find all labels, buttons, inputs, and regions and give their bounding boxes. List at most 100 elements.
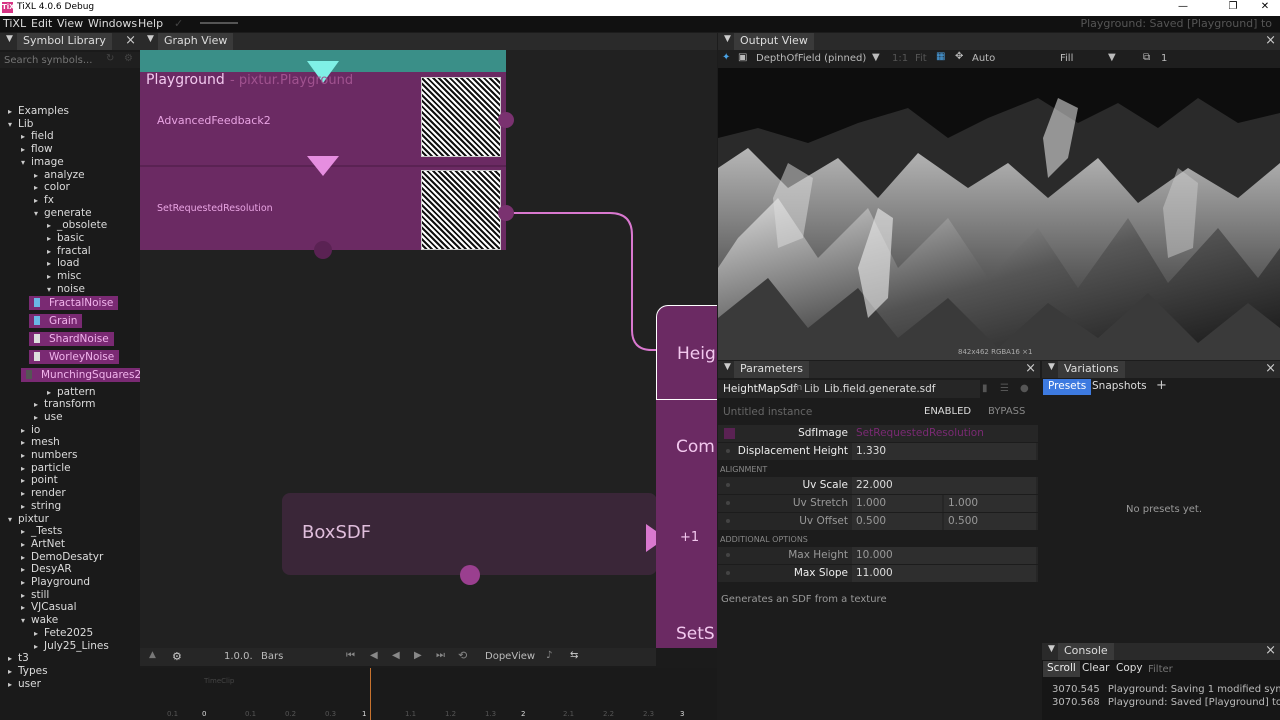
instance-name[interactable]: Untitled instance — [723, 406, 812, 418]
menu-view[interactable]: View — [57, 17, 83, 30]
param-uv-scale[interactable]: Uv Scale 22.000 — [718, 477, 1038, 494]
playground-node[interactable]: Playground - pixtur.Playground AdvancedF… — [140, 50, 514, 259]
chevron-right-icon[interactable]: ▸ — [21, 464, 31, 473]
collapse-icon[interactable]: ▼ — [1048, 644, 1055, 654]
param-value[interactable]: 10.000 — [856, 549, 893, 561]
graph-canvas[interactable]: ⚙ Playground - pixtur.Playground Advance… — [140, 50, 717, 667]
bookmark-icon[interactable]: ▮ — [982, 383, 988, 394]
tree-item-lib[interactable]: ▾ Lib — [8, 118, 33, 130]
tree-item--tests[interactable]: ▸ _Tests — [21, 525, 62, 537]
chevron-right-icon[interactable]: ▸ — [8, 667, 18, 676]
chevron-right-icon[interactable]: ▸ — [34, 171, 44, 180]
tree-item-basic[interactable]: ▸ basic — [47, 232, 84, 244]
animate-icon[interactable] — [726, 483, 730, 487]
output-socket[interactable] — [498, 112, 514, 128]
ratio-button[interactable]: 1:1 — [892, 53, 908, 64]
playhead[interactable] — [370, 668, 371, 720]
refresh-icon[interactable]: ↻ — [106, 53, 114, 64]
frame-icon[interactable]: ⧉ — [1143, 52, 1150, 63]
tab-presets[interactable]: Presets — [1043, 379, 1092, 395]
boxsdf-node[interactable]: BoxSDF — [282, 493, 666, 585]
chevron-right-icon[interactable]: ▸ — [21, 489, 31, 498]
param-max-height[interactable]: Max Height 10.000 — [718, 547, 1038, 564]
collapse-icon[interactable]: ▼ — [724, 34, 731, 44]
chevron-right-icon[interactable]: ▸ — [8, 680, 18, 689]
animate-icon[interactable] — [726, 571, 730, 575]
chevron-right-icon[interactable]: ▸ — [47, 221, 57, 230]
tree-item-fractal[interactable]: ▸ fractal — [47, 245, 91, 257]
enabled-toggle[interactable]: ENABLED — [924, 406, 971, 417]
combine-node[interactable]: Com +1 SetS — [656, 400, 717, 667]
close-icon[interactable]: × — [1265, 643, 1276, 658]
symbol-shardnoise[interactable]: ShardNoise — [29, 331, 114, 346]
param-uv-stretch[interactable]: Uv Stretch 1.000 1.000 — [718, 495, 1038, 512]
dropdown-icon[interactable]: ▼ — [872, 52, 880, 63]
tab-variations[interactable]: Variations — [1058, 361, 1125, 378]
param-value-x[interactable]: 1.000 — [856, 497, 886, 509]
param-uv-offset[interactable]: Uv Offset 0.500 0.500 — [718, 513, 1038, 530]
tree-item-use[interactable]: ▸ use — [34, 411, 63, 423]
input-socket[interactable] — [460, 565, 480, 585]
grid-icon[interactable]: ▦ — [936, 51, 945, 62]
prev-key-icon[interactable]: ◀ — [370, 650, 378, 661]
add-preset-button[interactable]: + — [1156, 378, 1167, 393]
chevron-right-icon[interactable]: ▸ — [21, 438, 31, 447]
chevron-down-icon[interactable]: ▾ — [34, 209, 44, 218]
tree-item-pattern[interactable]: ▸ pattern — [47, 386, 96, 398]
chevron-right-icon[interactable]: ▸ — [34, 183, 44, 192]
chevron-down-icon[interactable]: ▾ — [8, 120, 18, 129]
tree-item-types[interactable]: ▸ Types — [8, 665, 48, 677]
tree-item-examples[interactable]: ▸ Examples — [8, 105, 69, 117]
play-icon[interactable]: ▶ — [414, 650, 422, 661]
tree-item-fx[interactable]: ▸ fx — [34, 194, 54, 206]
search-input[interactable] — [4, 53, 100, 67]
param-value-y[interactable]: 1.000 — [948, 497, 978, 509]
camera-select[interactable]: DepthOfField (pinned) — [756, 53, 866, 64]
param-displacement-height[interactable]: Displacement Height 1.330 — [718, 443, 1038, 460]
chevron-right-icon[interactable]: ▸ — [21, 426, 31, 435]
chevron-right-icon[interactable]: ▸ — [21, 565, 31, 574]
close-icon[interactable]: × — [1265, 361, 1276, 376]
chevron-right-icon[interactable]: ▸ — [21, 527, 31, 536]
animate-icon[interactable] — [726, 553, 730, 557]
scroll-button[interactable]: Scroll — [1043, 661, 1080, 677]
loop-icon[interactable]: ⟲ — [458, 649, 467, 662]
chevron-right-icon[interactable]: ▸ — [34, 413, 44, 422]
frame-count[interactable]: 1 — [1161, 53, 1167, 64]
chevron-right-icon[interactable]: ▸ — [34, 629, 44, 638]
tree-item-render[interactable]: ▸ render — [21, 487, 66, 499]
tree-item-artnet[interactable]: ▸ ArtNet — [21, 538, 65, 550]
chevron-right-icon[interactable]: ▸ — [21, 451, 31, 460]
animate-icon[interactable] — [726, 449, 730, 453]
skip-end-icon[interactable]: ⏭ — [436, 650, 445, 661]
tree-item-particle[interactable]: ▸ particle — [21, 462, 71, 474]
move-icon[interactable]: ✥ — [955, 51, 963, 62]
close-window-button[interactable]: ✕ — [1250, 1, 1280, 12]
restore-button[interactable]: ❐ — [1218, 1, 1248, 12]
tree-item-point[interactable]: ▸ point — [21, 474, 58, 486]
param-value[interactable]: 1.330 — [856, 445, 886, 457]
tree-item-mesh[interactable]: ▸ mesh — [21, 436, 60, 448]
sync-icon[interactable]: ⇆ — [570, 650, 578, 661]
param-value[interactable]: 22.000 — [856, 479, 893, 491]
collapse-icon[interactable]: ▼ — [147, 34, 154, 44]
chevron-right-icon[interactable]: ▸ — [21, 132, 31, 141]
param-value-x[interactable]: 0.500 — [856, 515, 886, 527]
time-unit[interactable]: Bars — [261, 651, 283, 662]
tree-item--obsolete[interactable]: ▸ _obsolete — [47, 219, 107, 231]
collapse-icon[interactable]: ▼ — [724, 362, 731, 372]
tab-snapshots[interactable]: Snapshots — [1092, 380, 1147, 392]
settings-icon[interactable]: ⚙ — [124, 53, 133, 64]
tree-item-color[interactable]: ▸ color — [34, 181, 70, 193]
collapse-icon[interactable]: ▼ — [1048, 362, 1055, 372]
output-socket[interactable] — [498, 205, 514, 221]
list-icon[interactable]: ☰ — [1000, 383, 1009, 394]
bypass-toggle[interactable]: BYPASS — [988, 406, 1025, 417]
tree-item-flow[interactable]: ▸ flow — [21, 143, 53, 155]
tree-item-fete2025[interactable]: ▸ Fete2025 — [34, 627, 93, 639]
operator-name[interactable]: HeightMapSdf — [723, 383, 797, 395]
tree-item-misc[interactable]: ▸ misc — [47, 270, 81, 282]
tree-item-vjcasual[interactable]: ▸ VJCasual — [21, 601, 77, 613]
chevron-right-icon[interactable]: ▸ — [8, 107, 18, 116]
tab-graph-view[interactable]: Graph View — [158, 33, 234, 50]
